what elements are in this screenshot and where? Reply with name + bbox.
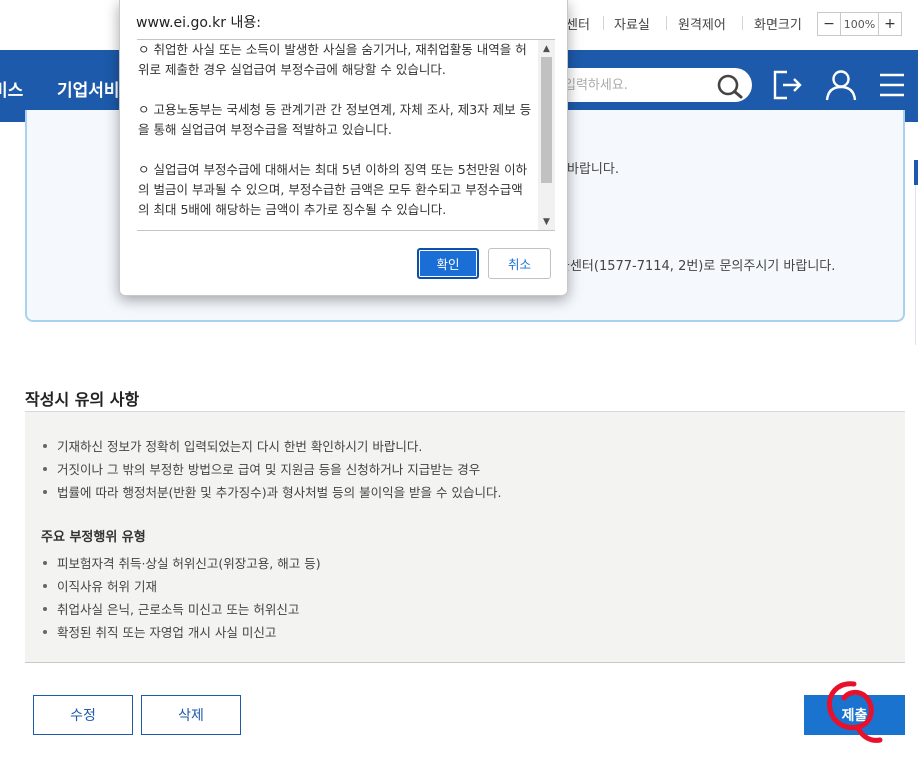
dialog-cancel-button[interactable]: 취소 bbox=[488, 248, 551, 279]
util-separator bbox=[603, 16, 604, 30]
dialog-paragraph: ㅇ 실업급여 부정수급에 대해서는 최대 5년 이하의 징역 또는 5천만원 이… bbox=[138, 162, 528, 217]
info-text-line: 콜센터(1577-7114, 2번)로 문의주시기 바랍니다. bbox=[558, 259, 836, 274]
util-separator bbox=[742, 16, 743, 30]
fraud-type-item: 피보험자격 취득·상실 허위신고(위장고용, 해고 등) bbox=[43, 553, 321, 572]
fraud-type-item: 이직사유 허위 기재 bbox=[43, 576, 157, 595]
util-callcenter-link[interactable]: 센터 bbox=[566, 14, 590, 33]
util-remote-link[interactable]: 원격제어 bbox=[678, 14, 726, 33]
notice-box: 기재하신 정보가 정확히 입력되었는지 다시 한번 확인하시기 바랍니다. 거짓… bbox=[25, 411, 905, 663]
search-icon[interactable] bbox=[716, 73, 744, 99]
info-text-line: 바랍니다. bbox=[567, 162, 619, 177]
notice-bullet: 법률에 따라 행정처분(반환 및 추가징수)과 형사처벌 등의 불이익을 받을 … bbox=[43, 482, 501, 501]
dialog-scrollbar[interactable]: ▲ ▼ bbox=[538, 40, 555, 230]
util-separator bbox=[666, 16, 667, 30]
fraud-types-heading: 주요 부정행위 유형 bbox=[41, 530, 146, 545]
dialog-message-area: ㅇ 취업한 사실 또는 소득이 발생한 사실을 숨기거나, 재취업활동 내역을 … bbox=[137, 39, 555, 231]
delete-button[interactable]: 삭제 bbox=[141, 695, 241, 735]
notice-bullet: 기재하신 정보가 정확히 입력되었는지 다시 한번 확인하시기 바랍니다. bbox=[43, 436, 422, 455]
scrollbar-thumb[interactable] bbox=[541, 57, 552, 183]
nav-item-business[interactable]: 기업서비 bbox=[57, 76, 120, 101]
dialog-ok-button[interactable]: 확인 bbox=[417, 248, 479, 279]
search-input[interactable] bbox=[564, 75, 714, 95]
util-archive-link[interactable]: 자료실 bbox=[614, 14, 650, 33]
dialog-message: ㅇ 취업한 사실 또는 소득이 발생한 사실을 숨기거나, 재취업활동 내역을 … bbox=[137, 40, 532, 230]
notice-bullet: 거짓이나 그 밖의 부정한 방법으로 급여 및 지원금 등을 신청하거나 지급받… bbox=[43, 459, 480, 478]
edit-button[interactable]: 수정 bbox=[33, 695, 133, 735]
scroll-down-arrow-icon[interactable]: ▼ bbox=[538, 213, 555, 230]
red-circle-annotation bbox=[827, 681, 883, 743]
user-icon[interactable] bbox=[824, 68, 858, 102]
side-tab-indicator bbox=[914, 160, 918, 185]
util-screen-size-label: 화면크기 bbox=[754, 18, 802, 33]
menu-icon[interactable] bbox=[878, 68, 906, 102]
dialog-paragraph: ㅇ 고용노동부는 국세청 등 관계기관 간 정보연계, 자체 조사, 제3자 제… bbox=[138, 102, 532, 137]
fraud-type-item: 확정된 취직 또는 자영업 개시 사실 미신고 bbox=[43, 622, 276, 641]
confirm-dialog: www.ei.go.kr 내용: ㅇ 취업한 사실 또는 소득이 발생한 사실을… bbox=[119, 0, 568, 296]
search-box bbox=[548, 68, 752, 102]
dialog-paragraph: ㅇ 취업한 사실 또는 소득이 발생한 사실을 숨기거나, 재취업활동 내역을 … bbox=[138, 42, 527, 77]
scroll-up-arrow-icon[interactable]: ▲ bbox=[538, 40, 555, 57]
dialog-title: www.ei.go.kr 내용: bbox=[136, 15, 261, 31]
notice-title: 작성시 유의 사항 bbox=[25, 390, 140, 409]
fraud-type-item: 취업사실 은닉, 근로소득 미신고 또는 허위신고 bbox=[43, 599, 299, 618]
logout-icon[interactable] bbox=[771, 68, 805, 102]
zoom-out-button[interactable]: − bbox=[818, 13, 840, 35]
zoom-level: 100% bbox=[840, 13, 879, 35]
zoom-control: − 100% + bbox=[817, 12, 902, 36]
zoom-in-button[interactable]: + bbox=[879, 13, 901, 35]
side-divider bbox=[915, 185, 916, 345]
nav-item-services[interactable]: 비스 bbox=[0, 76, 23, 101]
